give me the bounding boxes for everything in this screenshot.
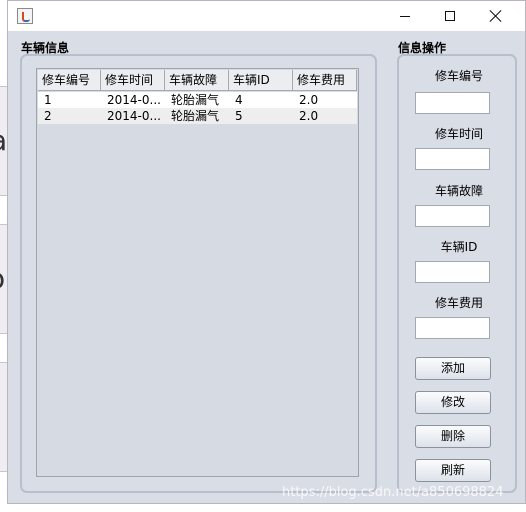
cell-repair-time: 2014-0...: [107, 109, 161, 123]
minimize-icon: [400, 15, 410, 17]
application-window: 车辆信息 修车编号 修车时间 车辆故障 车辆ID 修车费用 1 2014-0..…: [7, 0, 526, 504]
cell-vehicle-id: 5: [235, 109, 243, 123]
repair-id-field[interactable]: [415, 92, 490, 114]
cell-cost: 2.0: [299, 93, 319, 107]
column-header-cost[interactable]: 修车费用: [293, 70, 357, 91]
repair-table[interactable]: 修车编号 修车时间 车辆故障 车辆ID 修车费用 1 2014-0... 轮胎漏…: [36, 68, 359, 477]
vehicle-fault-label: 车辆故障: [434, 184, 483, 198]
maximize-icon: [445, 11, 455, 21]
close-icon: [490, 10, 502, 22]
java-app-icon: [17, 8, 33, 24]
watermark: https://blog.csdn.net/a850698824: [282, 485, 504, 500]
modify-button[interactable]: 修改: [415, 391, 491, 414]
cell-vehicle-id: 4: [235, 93, 243, 107]
vehicle-id-field[interactable]: [415, 261, 490, 283]
cell-repair-id: 2: [44, 109, 52, 123]
add-button[interactable]: 添加: [415, 357, 491, 380]
cell-repair-id: 1: [44, 93, 52, 107]
repair-time-field[interactable]: [415, 148, 490, 170]
column-header-vehicle-id[interactable]: 车辆ID: [229, 70, 293, 91]
column-header-repair-id[interactable]: 修车编号: [38, 70, 101, 91]
table-row[interactable]: 2 2014-0... 轮胎漏气 5 2.0: [38, 108, 357, 124]
cell-fault: 轮胎漏气: [171, 93, 220, 107]
column-header-repair-time[interactable]: 修车时间: [101, 70, 165, 91]
vehicle-fault-field[interactable]: [415, 205, 490, 227]
minimize-button[interactable]: [382, 1, 428, 31]
cell-repair-time: 2014-0...: [107, 93, 161, 107]
cell-fault: 轮胎漏气: [171, 109, 220, 123]
table-body: 1 2014-0... 轮胎漏气 4 2.0 2 2014-0... 轮胎漏气 …: [38, 92, 357, 124]
column-header-fault[interactable]: 车辆故障: [165, 70, 229, 91]
cell-cost: 2.0: [299, 109, 319, 123]
vehicle-id-label: 车辆ID: [440, 240, 478, 254]
table-header: 修车编号 修车时间 车辆故障 车辆ID 修车费用: [38, 70, 357, 91]
refresh-button[interactable]: 刷新: [415, 459, 491, 482]
table-row[interactable]: 1 2014-0... 轮胎漏气 4 2.0: [38, 92, 357, 108]
title-bar[interactable]: [8, 1, 525, 31]
background-glyph: o: [0, 262, 5, 295]
repair-cost-label: 修车费用: [434, 296, 483, 310]
maximize-button[interactable]: [427, 1, 473, 31]
repair-time-label: 修车时间: [434, 127, 483, 141]
delete-button[interactable]: 删除: [415, 425, 491, 448]
repair-id-label: 修车编号: [434, 69, 483, 83]
repair-cost-field[interactable]: [415, 317, 490, 339]
close-button[interactable]: [473, 1, 519, 31]
